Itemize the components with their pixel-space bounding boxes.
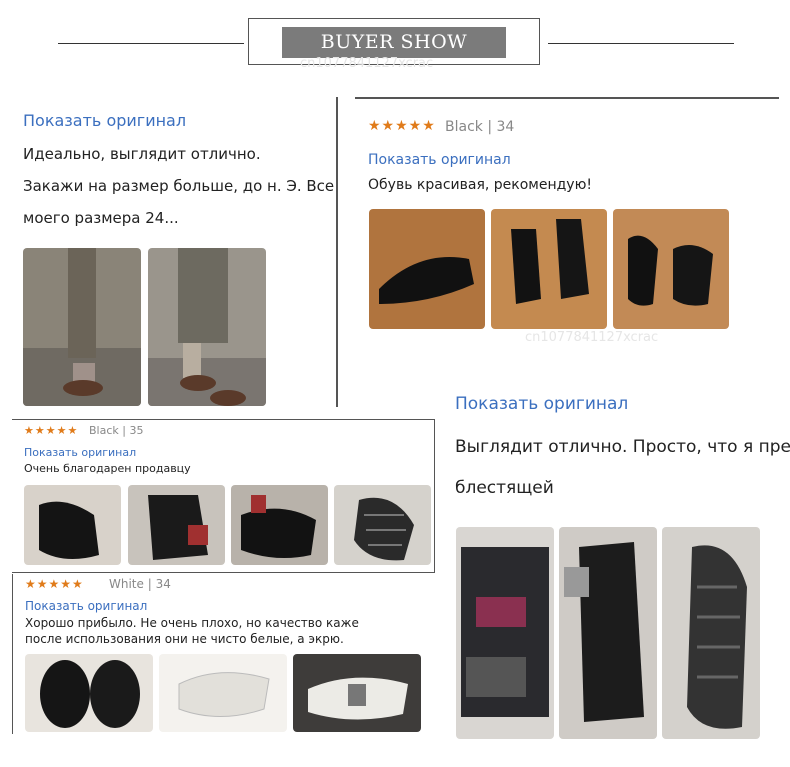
review-photo[interactable] (159, 654, 287, 732)
review-photo[interactable] (662, 527, 760, 739)
review-text: Обувь красивая, рекомендую! (368, 177, 592, 193)
show-original-link[interactable]: Показать оригинал (455, 394, 628, 414)
review-photo[interactable] (369, 209, 485, 329)
review-photo[interactable] (231, 485, 328, 565)
review-photo[interactable] (491, 209, 607, 329)
rating-stars: ★★★★★ (368, 118, 436, 134)
review-card-4: ★★★★★ White | 34 Показать оригинал Хорош… (12, 574, 437, 734)
watermark-mid: cn1077841127xcrac (525, 330, 659, 345)
review-text-line: Выглядит отлично. Просто, что я представ… (455, 437, 790, 457)
review-card-5: Показать оригинал Выглядит отлично. Прос… (448, 374, 790, 744)
review-photo[interactable] (23, 248, 141, 406)
review-card-3: ★★★★★ Black | 35 Показать оригинал Очень… (12, 419, 435, 573)
review-text-line: Закажи на размер больше, до н. Э. Все го… (23, 177, 338, 195)
review-photo[interactable] (613, 209, 729, 329)
review-card-1: Показать оригинал Идеально, выглядит отл… (10, 97, 338, 407)
review-photo[interactable] (128, 485, 225, 565)
review-text-line: Идеально, выглядит отлично. (23, 145, 261, 163)
show-original-link[interactable]: Показать оригинал (23, 111, 186, 130)
review-photo[interactable] (25, 654, 153, 732)
review-text-line: Хорошо прибыло. Не очень плохо, но качес… (25, 616, 359, 630)
review-text-line: блестящей (455, 478, 554, 498)
review-card-2: ★★★★★ Black | 34 Показать оригинал Обувь… (355, 97, 779, 341)
review-photo[interactable] (24, 485, 121, 565)
review-text-line: после использования они не чисто белые, … (25, 632, 344, 646)
watermark-top: cn1077841127xcrac (300, 56, 434, 71)
header-title: BUYER SHOW (282, 27, 506, 58)
header-right-rule (548, 43, 734, 44)
review-photo[interactable] (334, 485, 431, 565)
show-original-link[interactable]: Показать оригинал (25, 599, 147, 613)
review-photo[interactable] (456, 527, 554, 739)
review-text-line: моего размера 24... (23, 209, 179, 227)
show-original-link[interactable]: Показать оригинал (24, 446, 136, 459)
rating-stars: ★★★★★ (24, 424, 79, 437)
variant-meta: Black | 35 (89, 424, 144, 437)
review-text: Очень благодарен продавцу (24, 462, 191, 475)
review-photo[interactable] (559, 527, 657, 739)
review-photo[interactable] (148, 248, 266, 406)
show-original-link[interactable]: Показать оригинал (368, 152, 511, 168)
rating-stars: ★★★★★ (25, 577, 84, 591)
header-left-rule (58, 43, 244, 44)
review-photo[interactable] (293, 654, 421, 732)
variant-meta: White | 34 (109, 577, 171, 591)
variant-meta: Black | 34 (445, 119, 515, 135)
